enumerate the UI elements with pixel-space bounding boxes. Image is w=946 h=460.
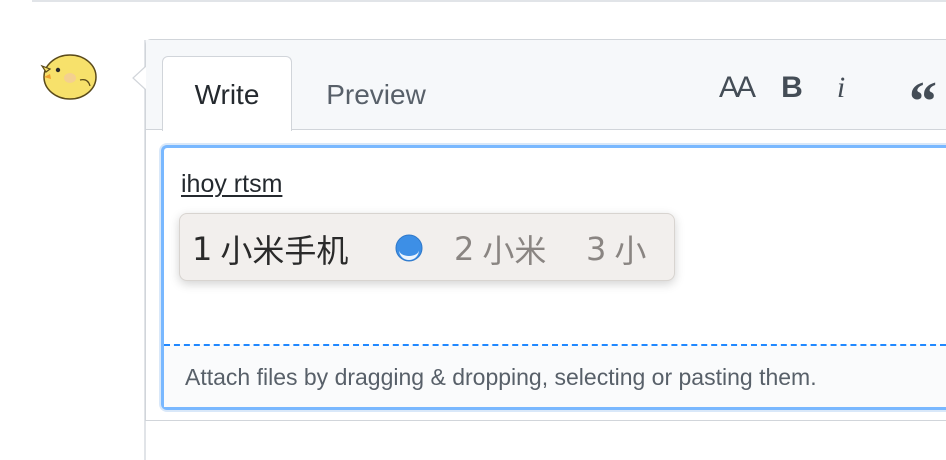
ime-mode-icon [395,234,423,262]
ime-candidate-3[interactable]: 3 小 [586,226,646,272]
candidate-text: 小米手机 [220,232,349,270]
italic-icon: i [836,71,846,104]
chick-avatar-icon[interactable] [40,50,100,102]
ime-composition-text: ihoy rtsm [181,170,283,198]
candidate-number: 1 [192,230,213,268]
quote-button[interactable]: “ [900,66,946,133]
ime-candidate-2[interactable]: 2 小米 [454,226,546,272]
heading-button[interactable]: AA [712,66,760,110]
attach-hint-text: Attach files by dragging & dropping, sel… [185,364,817,390]
candidate-text: 小 [614,232,647,270]
bold-button[interactable]: B [774,66,810,110]
tab-write[interactable]: Write [162,56,292,131]
top-divider [32,0,946,2]
heading-icon: AA [718,71,756,104]
candidate-text: 小米 [482,232,547,270]
ime-candidate-1[interactable]: 1 小米手机 [192,226,348,272]
bold-icon: B [781,71,803,104]
quote-icon: “ [909,71,937,133]
italic-button[interactable]: i [826,66,856,110]
candidate-number: 3 [586,230,607,268]
tab-preview[interactable]: Preview [300,56,452,132]
ime-candidate-window: 1 小米手机 2 小米 3 小 [179,213,675,281]
candidate-number: 2 [454,230,475,268]
